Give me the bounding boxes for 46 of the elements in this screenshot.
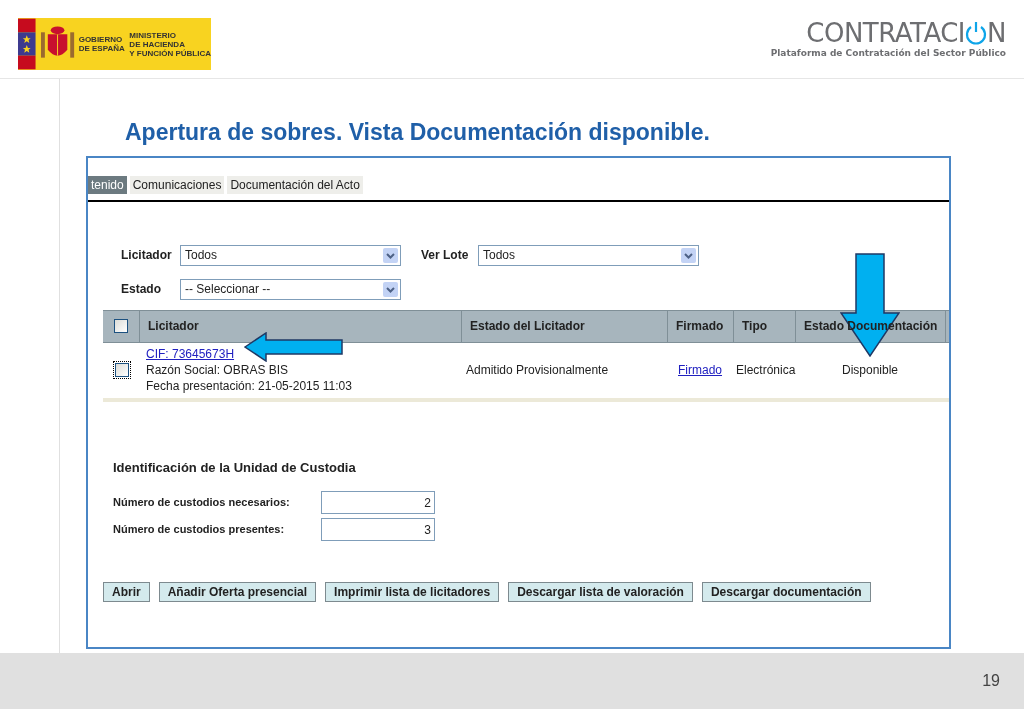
brand-name: N	[987, 19, 1006, 47]
table-cell-text: Admitido Provisionalmente	[465, 362, 610, 379]
signed-link[interactable]: Firmado	[668, 361, 734, 379]
chevron-down-icon	[383, 247, 398, 263]
chevron-down-icon	[681, 247, 696, 263]
table-cell-text: Electrónica	[735, 362, 797, 379]
brand-subtitle: Plataforma de Contratación del Sector Público	[770, 47, 1006, 60]
bidder-link[interactable]: CIF: 73645673H	[146, 346, 462, 362]
tab[interactable]: tenido	[88, 175, 127, 194]
tab[interactable]: Documentación del Acto	[227, 175, 363, 194]
page-number: 19	[982, 671, 1000, 691]
logo-text: DE HACIENDA	[129, 39, 186, 49]
section-title: Identificación de la Unidad de Custodia	[113, 458, 357, 477]
number-field[interactable]: 3	[321, 518, 435, 541]
power-icon	[965, 21, 988, 45]
dropdown-field[interactable]: Todos	[478, 244, 699, 266]
action-button[interactable]: Abrir	[103, 582, 150, 602]
brand-name: CONTRATACI	[806, 19, 966, 47]
filter-label: Licitador	[121, 247, 173, 264]
field-label: Número de custodios necesarios:	[113, 495, 291, 511]
field-label: Número de custodios presentes:	[113, 522, 286, 538]
dropdown-field[interactable]: -- Seleccionar --	[180, 278, 401, 300]
column-header: Estado del Licitador	[462, 310, 668, 342]
action-button[interactable]: Descargar documentación	[701, 582, 871, 602]
action-button[interactable]: Añadir Oferta presencial	[158, 582, 317, 602]
action-button[interactable]: Descargar lista de valoración	[508, 582, 693, 602]
logo-text: GOBIERNO	[78, 35, 124, 44]
number-field[interactable]: 2	[321, 491, 435, 514]
checkbox[interactable]	[114, 363, 129, 377]
slide-title: Apertura de sobres. Vista Documentación disponible.	[125, 118, 711, 147]
filter-label: Ver Lote	[421, 247, 470, 264]
tab[interactable]: Comunicaciones	[129, 175, 225, 194]
chevron-down-icon	[383, 281, 398, 297]
logo-text: Y FUNCIÓN PÚBLICA	[129, 48, 211, 58]
column-header: Firmado	[668, 310, 734, 342]
arrow-icon	[244, 331, 344, 362]
filter-label: Estado	[121, 281, 162, 298]
checkbox[interactable]	[114, 319, 128, 333]
logo-text: MINISTERIO	[129, 30, 178, 40]
table-cell-text: Razón Social: OBRAS BIS	[146, 362, 290, 378]
action-button[interactable]: Imprimir lista de licitadores	[325, 582, 500, 602]
table-cell-text: Disponible	[841, 362, 900, 379]
logo-text: DE ESPAÑA	[78, 44, 126, 53]
table-cell-text: Fecha presentación: 21-05-2015 11:03	[146, 378, 353, 394]
dropdown-field[interactable]: Todos	[180, 244, 401, 266]
column-header: Tipo	[734, 310, 796, 342]
